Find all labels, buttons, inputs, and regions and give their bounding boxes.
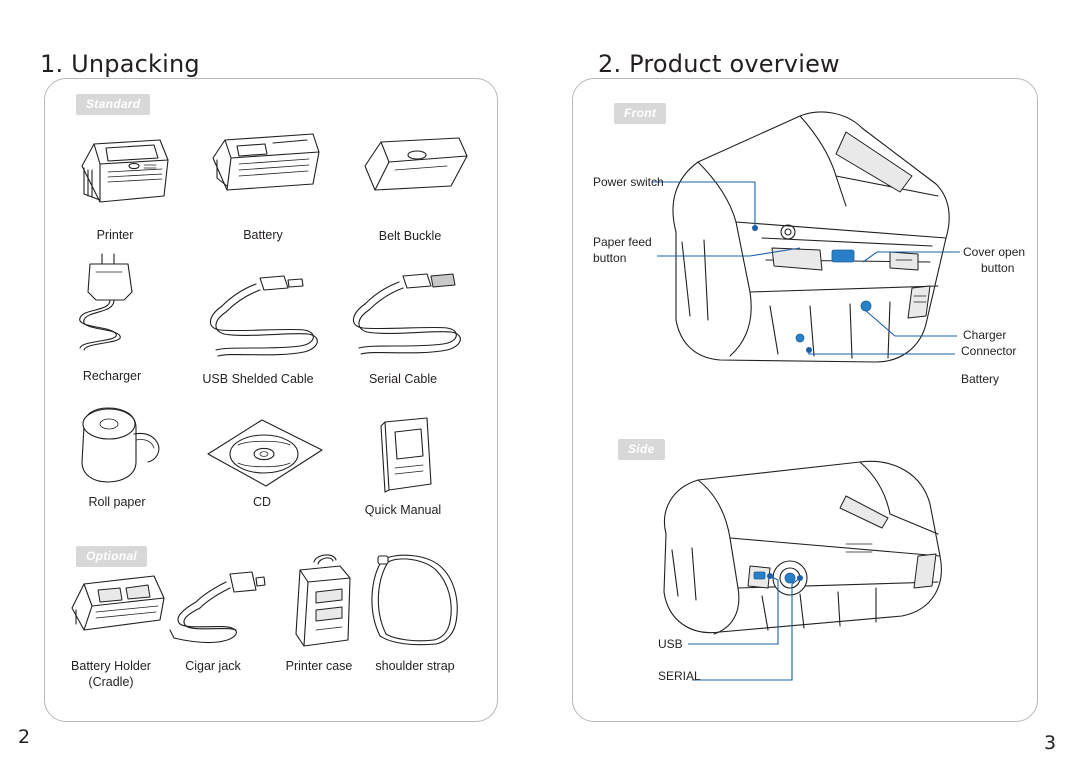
callout-battery: Battery [961,372,1000,386]
serial-cable-illustration [345,272,475,362]
caption-roll-paper: Roll paper [88,495,146,509]
caption-battery-holder: Battery Holder [71,659,151,673]
quick-manual-illustration [365,412,455,496]
page-number-left: 2 [18,726,31,748]
caption-printer-case: Printer case [285,659,353,673]
callout-serial: SERIAL [658,669,701,683]
callout-cover-open-line2: button [981,261,1015,275]
view-tag-side: Side [618,439,665,460]
callout-cover-open-line1: Cover open [963,245,1026,259]
caption-serial-cable: Serial Cable [368,372,438,386]
callout-paper-feed-line2: button [593,251,627,265]
callout-usb: USB [658,637,683,651]
callout-charger-line2: Connector [961,344,1017,358]
caption-cd: CD [252,495,272,509]
printer-case-illustration [278,548,368,654]
caption-usb-cable: USB Shelded Cable [202,372,314,386]
caption-belt-buckle: Belt Buckle [378,229,442,243]
caption-cigar-jack: Cigar jack [185,659,241,673]
usb-cable-illustration [200,272,330,362]
callout-paper-feed-button: Paper feed button [593,234,652,266]
caption-battery-holder-sub: (Cradle) [88,675,134,689]
callout-power-switch: Power switch [593,175,664,189]
callout-paper-feed-line1: Paper feed [593,235,652,249]
recharger-illustration [62,248,172,358]
roll-paper-illustration [68,404,178,494]
callout-charger-line1: Charger [963,328,1007,342]
battery-illustration [205,128,325,212]
caption-printer: Printer [96,228,134,242]
section-tag-standard: Standard [76,94,151,115]
manual-spread: 1. Unpacking Standard Optional Printer B… [0,0,1080,771]
caption-shoulder-strap: shoulder strap [375,659,455,673]
page-number-right: 3 [1044,732,1057,754]
caption-quick-manual: Quick Manual [364,503,442,517]
printer-illustration [64,124,184,214]
caption-recharger: Recharger [82,369,142,383]
callout-charger-connector: Charger Connector [961,327,1016,359]
caption-battery: Battery [243,228,283,242]
battery-holder-illustration [62,562,172,652]
page-title-unpacking: 1. Unpacking [40,50,200,79]
callout-cover-open-button: Cover open button [963,244,1025,276]
belt-buckle-illustration [355,130,475,210]
page-title-product-overview: 2. Product overview [598,50,840,79]
cd-illustration [200,414,330,494]
shoulder-strap-illustration [366,552,476,652]
cigar-jack-illustration [160,566,270,650]
